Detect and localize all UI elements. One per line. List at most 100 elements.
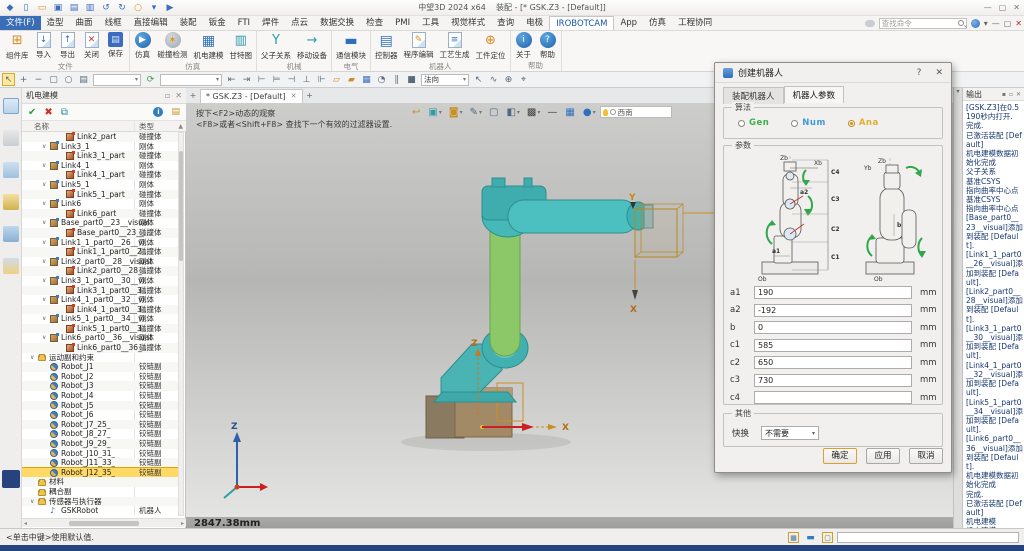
play-icon[interactable]: ▶ — [164, 2, 176, 14]
ribbon-button[interactable]: ↓导入 — [32, 31, 56, 61]
menu-tab[interactable]: 装配 — [174, 16, 203, 30]
expand-chevron-icon[interactable]: ∨ — [42, 276, 50, 286]
ribbon-button[interactable]: ?帮助 — [536, 31, 560, 61]
expand-chevron-icon[interactable]: ∨ — [42, 218, 50, 228]
table-row[interactable]: 材料 — [22, 477, 178, 487]
scene-panel-icon[interactable] — [3, 226, 19, 242]
ribbon-button[interactable]: ▦机电建模 — [191, 31, 227, 62]
table-row[interactable]: Robot_J4 铰链副 — [22, 391, 178, 401]
table-row[interactable]: GSKRobot 机器人 — [22, 506, 178, 516]
table-row[interactable]: ∨ Link1_1_part0__26__visual 刚体 — [22, 238, 178, 248]
expand-chevron-icon[interactable]: ∨ — [42, 295, 50, 305]
ribbon-button[interactable]: i关于 — [512, 31, 536, 61]
dialog-help-icon[interactable]: ? — [917, 68, 922, 78]
app-logo-icon[interactable]: ◆ — [4, 2, 16, 14]
ok-button[interactable]: 确定 — [823, 448, 857, 464]
expand-chevron-icon[interactable]: ∨ — [42, 257, 50, 267]
ribbon-button[interactable]: ✕关闭 — [80, 31, 104, 61]
menu-tab[interactable]: 检查 — [360, 16, 389, 30]
menu-tab[interactable]: FTI — [232, 16, 256, 30]
save-icon[interactable]: ▣ — [52, 2, 64, 14]
web-panel-icon[interactable] — [3, 194, 19, 210]
table-row[interactable]: ∨ Link6 刚体 — [22, 199, 178, 209]
menu-tab[interactable]: 工程协同 — [672, 16, 718, 30]
align-left-icon[interactable]: ⇤ — [225, 73, 238, 86]
table-row[interactable]: Link6_part 碰撞体 — [22, 209, 178, 219]
close-icon[interactable]: ✕ — [1013, 3, 1020, 12]
stop-icon[interactable]: ■ — [405, 73, 418, 86]
menu-tab[interactable]: 查询 — [491, 16, 520, 30]
table-row[interactable]: Robot_J7_25_ 铰链副 — [22, 420, 178, 430]
constraint-2-icon[interactable]: ⊨ — [270, 73, 283, 86]
table-row[interactable]: Robot_J5 铰链副 — [22, 401, 178, 411]
table-row[interactable]: Robot_J3 铰链副 — [22, 381, 178, 391]
pick-box-icon[interactable]: ▢ — [47, 73, 60, 86]
table-row[interactable]: Link3_1_part0__30__respon... 碰撞体 — [22, 286, 178, 296]
parameter-input[interactable] — [754, 321, 912, 334]
undo-icon[interactable]: ↺ — [100, 2, 112, 14]
menu-tab[interactable]: 文件(F) — [0, 16, 41, 30]
ribbon-button[interactable]: ⊞组件库 — [3, 31, 32, 62]
ribbon-button[interactable]: ▤保存 — [104, 31, 128, 60]
parameter-input[interactable] — [754, 374, 912, 387]
command-search-input[interactable]: 查找命令 — [879, 18, 967, 29]
table-row[interactable]: Link4_1_part0__32__respon... 碰撞体 — [22, 305, 178, 315]
table-row[interactable]: ∨ 运动副和约束 — [22, 353, 178, 363]
collapsed-panel-icon[interactable] — [2, 470, 20, 488]
table-row[interactable]: Robot_J11_33_ 铰链副 — [22, 458, 178, 468]
status-input[interactable] — [837, 532, 1019, 543]
table-row[interactable]: Link3_1_part 碰撞体 — [22, 151, 178, 161]
copy-icon[interactable]: ⧉ — [61, 107, 68, 118]
tab-close-icon[interactable]: ✕ — [291, 90, 297, 103]
table-row[interactable]: Robot_J2 铰链副 — [22, 372, 178, 382]
pause-icon[interactable]: ∥ — [390, 73, 403, 86]
box-select-icon[interactable]: ▢ — [822, 532, 833, 543]
tree-vertical-scrollbar[interactable] — [178, 132, 184, 516]
panel-float-icon[interactable]: ▫ — [165, 88, 170, 104]
algorithm-radio[interactable]: Gen — [738, 118, 769, 128]
menu-tab[interactable]: App — [614, 16, 643, 30]
account-icon[interactable] — [971, 19, 980, 28]
table-row[interactable]: Base_part0__23__responda... 碰撞体 — [22, 228, 178, 238]
quick-change-combo[interactable]: 不需要▾ — [761, 426, 819, 440]
mechatronics-panel-icon[interactable] — [3, 98, 19, 114]
menu-tab[interactable]: 数据交换 — [314, 16, 360, 30]
expand-chevron-icon[interactable]: ∨ — [42, 314, 50, 324]
folder-open-icon[interactable]: ▱ — [330, 73, 343, 86]
user-panel-icon[interactable] — [3, 258, 19, 274]
constraint-3-icon[interactable]: ⊣ — [285, 73, 298, 86]
ribbon-button[interactable]: ✎程序编辑 — [401, 31, 437, 61]
display-icon[interactable]: ▬ — [805, 532, 816, 543]
table-row[interactable]: Link6_part0__36__responda... 碰撞体 — [22, 343, 178, 353]
dialog-titlebar[interactable]: 创建机器人 ? ✕ — [715, 63, 951, 83]
table-row[interactable]: Link1_1_part0__26__respon... 碰撞体 — [22, 247, 178, 257]
menu-tab[interactable]: 曲面 — [70, 16, 99, 30]
expand-chevron-icon[interactable]: ∨ — [42, 238, 50, 248]
table-row[interactable]: Robot_J9_29_ 铰链副 — [22, 439, 178, 449]
ribbon-button[interactable]: ↑导出 — [56, 31, 80, 61]
table-row[interactable]: ∨ Link5_1 刚体 — [22, 180, 178, 190]
folder-add-icon[interactable]: ▰ — [345, 73, 358, 86]
table-row[interactable]: 耦合副 — [22, 487, 178, 497]
table-row[interactable]: Link2_part 碰撞体 — [22, 132, 178, 142]
ribbon-button[interactable]: ✶碰撞检测 — [155, 31, 191, 61]
table-row[interactable]: Robot_J12_35_ 铰链副 — [22, 468, 178, 478]
normal-direction-combo[interactable]: 法向▾ — [421, 74, 469, 86]
new-tab-icon[interactable]: + — [303, 88, 317, 103]
parameter-input[interactable] — [754, 339, 912, 352]
menu-tab[interactable]: 焊件 — [256, 16, 285, 30]
apply-button[interactable]: 应用 — [866, 448, 900, 464]
align-right-icon[interactable]: ⇥ — [240, 73, 253, 86]
plot-icon[interactable]: ▥ — [84, 2, 96, 14]
refresh-filter-icon[interactable]: ⟳ — [144, 73, 157, 86]
menu-tab[interactable]: 点云 — [285, 16, 314, 30]
menu-tab[interactable]: 钣金 — [203, 16, 232, 30]
tree-horizontal-scrollbar[interactable]: ◂▸ — [22, 518, 186, 527]
doc-close-icon[interactable]: ✕ — [1015, 19, 1022, 28]
info-icon[interactable]: i — [153, 107, 163, 117]
constraint-4-icon[interactable]: ⊥ — [300, 73, 313, 86]
table-row[interactable]: Robot_J1 铰链副 — [22, 362, 178, 372]
signal-panel-icon[interactable] — [3, 130, 19, 146]
menu-tab[interactable]: 仿真 — [643, 16, 672, 30]
menu-tab[interactable]: 工具 — [416, 16, 445, 30]
